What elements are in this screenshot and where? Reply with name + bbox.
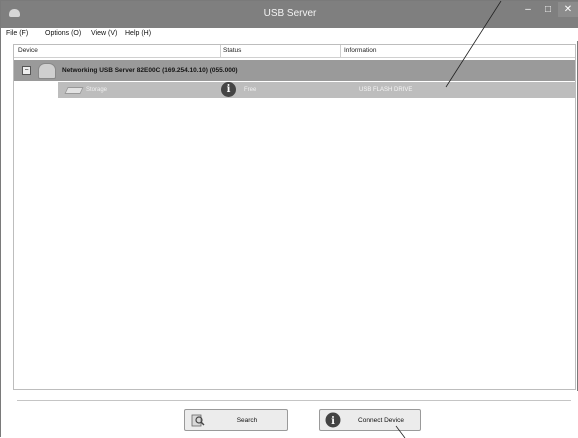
column-divider[interactable] xyxy=(340,45,341,57)
search-icon xyxy=(191,414,205,427)
menu-bar: File (F) Options (O) View (V) Help (H) xyxy=(1,28,578,41)
usb-drive-icon xyxy=(64,87,84,94)
info-icon: i xyxy=(221,82,236,97)
search-button-label: Search xyxy=(236,417,258,424)
column-information[interactable]: Information xyxy=(344,47,377,54)
title-bar[interactable]: USB Server – □ ✕ xyxy=(1,1,578,28)
column-divider[interactable] xyxy=(220,45,221,57)
close-button[interactable]: ✕ xyxy=(558,2,578,17)
device-name: Storage xyxy=(86,87,108,93)
column-header: Device Status Information xyxy=(14,45,575,58)
maximize-button[interactable]: □ xyxy=(538,2,558,17)
info-icon: i xyxy=(325,412,341,428)
device-information: USB FLASH DRIVE xyxy=(359,87,413,93)
menu-options[interactable]: Options (O) xyxy=(45,30,81,37)
menu-view[interactable]: View (V) xyxy=(91,30,117,37)
button-bar: Search i Connect Device xyxy=(1,391,578,438)
server-label: Networking USB Server 82E00C (169.254.10… xyxy=(62,67,238,74)
connect-device-button[interactable]: i Connect Device xyxy=(319,409,421,431)
search-button[interactable]: Search xyxy=(184,409,288,431)
collapse-toggle[interactable]: − xyxy=(22,66,31,75)
minimize-button[interactable]: – xyxy=(518,2,538,17)
menu-help[interactable]: Help (H) xyxy=(125,30,151,37)
device-status: Free xyxy=(244,87,257,93)
device-row-storage[interactable]: Storage i Free USB FLASH DRIVE xyxy=(58,82,575,98)
server-icon xyxy=(38,63,56,79)
svg-text:i: i xyxy=(331,416,335,427)
server-row[interactable]: − Networking USB Server 82E00C (169.254.… xyxy=(14,60,575,81)
device-list[interactable]: Device Status Information − Networking U… xyxy=(13,44,576,390)
menu-file[interactable]: File (F) xyxy=(6,30,28,37)
window-title: USB Server xyxy=(263,8,317,19)
divider xyxy=(17,400,571,401)
usb-server-window: USB Server – □ ✕ File (F) Options (O) Vi… xyxy=(0,0,578,438)
column-device[interactable]: Device xyxy=(18,47,38,54)
connect-device-button-label: Connect Device xyxy=(358,417,404,424)
column-status[interactable]: Status xyxy=(223,47,241,54)
